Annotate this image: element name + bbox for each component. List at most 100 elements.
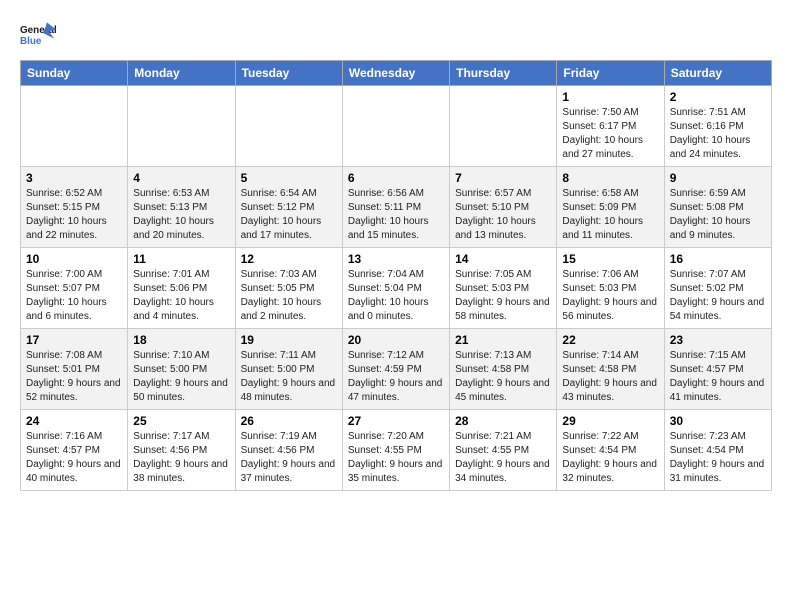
- svg-text:Blue: Blue: [20, 36, 42, 47]
- calendar-cell: [342, 86, 449, 167]
- calendar-cell: 8 Sunrise: 6:58 AM Sunset: 5:09 PM Daylig…: [557, 167, 664, 248]
- day-of-week-friday: Friday: [557, 61, 664, 86]
- day-number: 10: [26, 252, 122, 266]
- calendar-cell: 3 Sunrise: 6:52 AM Sunset: 5:15 PM Daylig…: [21, 167, 128, 248]
- calendar-cell: 12 Sunrise: 7:03 AM Sunset: 5:05 PM Dayli…: [235, 248, 342, 329]
- calendar-cell: 14Sunrise: 7:05 AM Sunset: 5:03 PM Dayli…: [450, 248, 557, 329]
- day-info: Sunrise: 7:03 AM Sunset: 5:05 PM Dayligh…: [241, 268, 337, 324]
- calendar-cell: 18 Sunrise: 7:10 AM Sunset: 5:00 PM Dayli…: [128, 329, 235, 410]
- calendar-cell: [21, 86, 128, 167]
- day-number: 23: [670, 333, 766, 347]
- calendar-cell: 26 Sunrise: 7:19 AM Sunset: 4:56 PM Dayli…: [235, 410, 342, 491]
- day-of-week-tuesday: Tuesday: [235, 61, 342, 86]
- day-of-week-sunday: Sunday: [21, 61, 128, 86]
- calendar-cell: 1Sunrise: 7:50 AM Sunset: 6:17 PM Daylig…: [557, 86, 664, 167]
- day-number: 25: [133, 414, 229, 428]
- day-info: Sunrise: 7:11 AM Sunset: 5:00 PM Dayligh…: [241, 349, 337, 405]
- calendar-cell: 28 Sunrise: 7:21 AM Sunset: 4:55 PM Dayli…: [450, 410, 557, 491]
- calendar-cell: 30 Sunrise: 7:23 AM Sunset: 4:54 PM Dayli…: [664, 410, 771, 491]
- calendar-cell: 23 Sunrise: 7:15 AM Sunset: 4:57 PM Dayli…: [664, 329, 771, 410]
- day-info: Sunrise: 7:17 AM Sunset: 4:56 PM Dayligh…: [133, 430, 229, 486]
- day-info: Sunrise: 7:10 AM Sunset: 5:00 PM Dayligh…: [133, 349, 229, 405]
- day-of-week-monday: Monday: [128, 61, 235, 86]
- day-number: 2: [670, 90, 766, 104]
- day-of-week-thursday: Thursday: [450, 61, 557, 86]
- day-info: Sunrise: 7:13 AM Sunset: 4:58 PM Dayligh…: [455, 349, 551, 405]
- page-header: General Blue: [20, 20, 772, 50]
- day-number: 4: [133, 171, 229, 185]
- day-info: Sunrise: 7:50 AM Sunset: 6:17 PM Dayligh…: [562, 106, 658, 162]
- calendar-cell: 6Sunrise: 6:56 AM Sunset: 5:11 PM Daylig…: [342, 167, 449, 248]
- calendar-cell: 9 Sunrise: 6:59 AM Sunset: 5:08 PM Daylig…: [664, 167, 771, 248]
- calendar-table: SundayMondayTuesdayWednesdayThursdayFrid…: [20, 60, 772, 491]
- calendar-cell: 25 Sunrise: 7:17 AM Sunset: 4:56 PM Dayli…: [128, 410, 235, 491]
- calendar-cell: 29Sunrise: 7:22 AM Sunset: 4:54 PM Dayli…: [557, 410, 664, 491]
- day-info: Sunrise: 6:54 AM Sunset: 5:12 PM Dayligh…: [241, 187, 337, 243]
- day-number: 7: [455, 171, 551, 185]
- day-number: 16: [670, 252, 766, 266]
- day-number: 28: [455, 414, 551, 428]
- day-number: 5: [241, 171, 337, 185]
- calendar-cell: [128, 86, 235, 167]
- calendar-cell: 19 Sunrise: 7:11 AM Sunset: 5:00 PM Dayli…: [235, 329, 342, 410]
- day-info: Sunrise: 7:07 AM Sunset: 5:02 PM Dayligh…: [670, 268, 766, 324]
- day-number: 30: [670, 414, 766, 428]
- day-info: Sunrise: 6:53 AM Sunset: 5:13 PM Dayligh…: [133, 187, 229, 243]
- day-number: 17: [26, 333, 122, 347]
- calendar-cell: 17 Sunrise: 7:08 AM Sunset: 5:01 PM Dayli…: [21, 329, 128, 410]
- day-info: Sunrise: 7:19 AM Sunset: 4:56 PM Dayligh…: [241, 430, 337, 486]
- day-number: 3: [26, 171, 122, 185]
- calendar-cell: 13 Sunrise: 7:04 AM Sunset: 5:04 PM Dayli…: [342, 248, 449, 329]
- calendar-cell: 15Sunrise: 7:06 AM Sunset: 5:03 PM Dayli…: [557, 248, 664, 329]
- calendar-cell: 2 Sunrise: 7:51 AM Sunset: 6:16 PM Daylig…: [664, 86, 771, 167]
- day-info: Sunrise: 7:14 AM Sunset: 4:58 PM Dayligh…: [562, 349, 658, 405]
- day-info: Sunrise: 7:20 AM Sunset: 4:55 PM Dayligh…: [348, 430, 444, 486]
- day-info: Sunrise: 7:04 AM Sunset: 5:04 PM Dayligh…: [348, 268, 444, 324]
- day-number: 24: [26, 414, 122, 428]
- logo-icon: General Blue: [20, 20, 56, 50]
- day-info: Sunrise: 7:21 AM Sunset: 4:55 PM Dayligh…: [455, 430, 551, 486]
- day-info: Sunrise: 6:59 AM Sunset: 5:08 PM Dayligh…: [670, 187, 766, 243]
- day-info: Sunrise: 7:23 AM Sunset: 4:54 PM Dayligh…: [670, 430, 766, 486]
- day-of-week-saturday: Saturday: [664, 61, 771, 86]
- day-number: 8: [562, 171, 658, 185]
- day-number: 13: [348, 252, 444, 266]
- calendar-cell: 20 Sunrise: 7:12 AM Sunset: 4:59 PM Dayli…: [342, 329, 449, 410]
- day-number: 6: [348, 171, 444, 185]
- calendar-cell: 21 Sunrise: 7:13 AM Sunset: 4:58 PM Dayli…: [450, 329, 557, 410]
- day-info: Sunrise: 7:16 AM Sunset: 4:57 PM Dayligh…: [26, 430, 122, 486]
- day-number: 26: [241, 414, 337, 428]
- calendar-cell: 10 Sunrise: 7:00 AM Sunset: 5:07 PM Dayli…: [21, 248, 128, 329]
- calendar-cell: 22 Sunrise: 7:14 AM Sunset: 4:58 PM Dayli…: [557, 329, 664, 410]
- day-info: Sunrise: 7:12 AM Sunset: 4:59 PM Dayligh…: [348, 349, 444, 405]
- day-info: Sunrise: 7:51 AM Sunset: 6:16 PM Dayligh…: [670, 106, 766, 162]
- day-info: Sunrise: 6:52 AM Sunset: 5:15 PM Dayligh…: [26, 187, 122, 243]
- calendar-cell: 4 Sunrise: 6:53 AM Sunset: 5:13 PM Daylig…: [128, 167, 235, 248]
- day-number: 20: [348, 333, 444, 347]
- calendar-cell: 24 Sunrise: 7:16 AM Sunset: 4:57 PM Dayli…: [21, 410, 128, 491]
- calendar-cell: 16 Sunrise: 7:07 AM Sunset: 5:02 PM Dayli…: [664, 248, 771, 329]
- day-number: 18: [133, 333, 229, 347]
- day-number: 19: [241, 333, 337, 347]
- day-info: Sunrise: 7:08 AM Sunset: 5:01 PM Dayligh…: [26, 349, 122, 405]
- calendar-cell: 27 Sunrise: 7:20 AM Sunset: 4:55 PM Dayli…: [342, 410, 449, 491]
- day-info: Sunrise: 7:15 AM Sunset: 4:57 PM Dayligh…: [670, 349, 766, 405]
- day-info: Sunrise: 7:00 AM Sunset: 5:07 PM Dayligh…: [26, 268, 122, 324]
- calendar-cell: [235, 86, 342, 167]
- day-number: 21: [455, 333, 551, 347]
- calendar-cell: 7 Sunrise: 6:57 AM Sunset: 5:10 PM Daylig…: [450, 167, 557, 248]
- day-of-week-wednesday: Wednesday: [342, 61, 449, 86]
- day-number: 29: [562, 414, 658, 428]
- day-info: Sunrise: 7:06 AM Sunset: 5:03 PM Dayligh…: [562, 268, 658, 324]
- day-info: Sunrise: 6:57 AM Sunset: 5:10 PM Dayligh…: [455, 187, 551, 243]
- day-info: Sunrise: 7:01 AM Sunset: 5:06 PM Dayligh…: [133, 268, 229, 324]
- day-number: 27: [348, 414, 444, 428]
- day-info: Sunrise: 7:05 AM Sunset: 5:03 PM Dayligh…: [455, 268, 551, 324]
- day-number: 22: [562, 333, 658, 347]
- day-number: 12: [241, 252, 337, 266]
- day-info: Sunrise: 6:58 AM Sunset: 5:09 PM Dayligh…: [562, 187, 658, 243]
- calendar-cell: 5 Sunrise: 6:54 AM Sunset: 5:12 PM Daylig…: [235, 167, 342, 248]
- calendar-cell: [450, 86, 557, 167]
- day-number: 9: [670, 171, 766, 185]
- day-number: 11: [133, 252, 229, 266]
